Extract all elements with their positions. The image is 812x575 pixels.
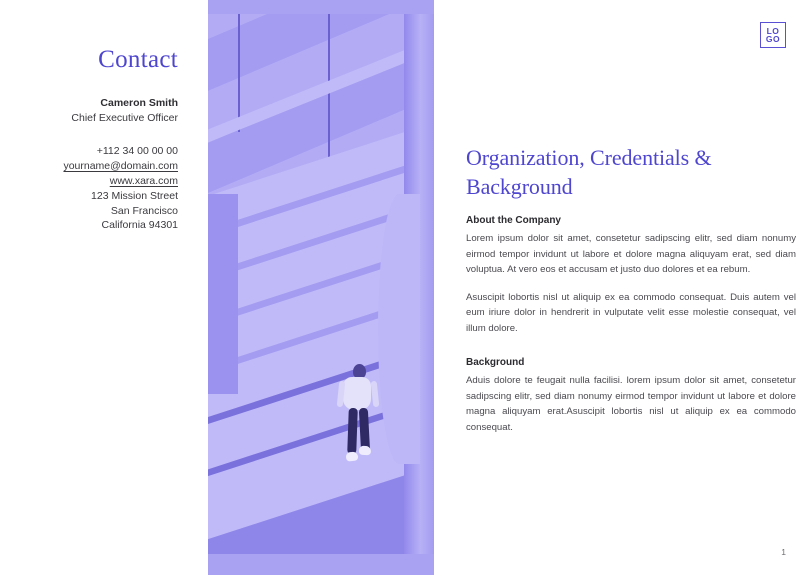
page-number: 1 [781, 547, 786, 557]
about-paragraph-2: Asuscipit lobortis nisl ut aliquip ex ea… [466, 291, 796, 334]
contact-city: San Francisco [110, 204, 178, 217]
contact-column: Contact Cameron Smith Chief Executive Of… [0, 0, 208, 575]
contact-street: 123 Mission Street [91, 189, 178, 202]
page-title: Organization, Credentials & Background [466, 145, 712, 200]
contact-state-zip: California 94301 [101, 219, 178, 232]
about-paragraph-1: Lorem ipsum dolor sit amet, consetetur s… [466, 233, 796, 276]
content-column: LO GO Organization, Credentials & Backgr… [466, 0, 796, 575]
photo-bottom-band [208, 554, 434, 575]
contact-person-name: Cameron Smith [100, 96, 178, 109]
photo-top-band [208, 0, 434, 14]
contact-heading: Contact [98, 46, 178, 73]
photo-canvas [208, 14, 434, 554]
person-figure [335, 364, 385, 474]
section-heading-about: About the Company [466, 215, 561, 226]
logo-line-2: GO [765, 34, 781, 44]
brochure-page: Contact Cameron Smith Chief Executive Of… [0, 0, 812, 575]
contact-person-role: Chief Executive Officer [71, 111, 178, 124]
logo-icon: LO GO [760, 22, 786, 48]
contact-website[interactable]: www.xara.com [20, 174, 178, 189]
background-paragraph-1: Aduis dolore te feugait nulla facilisi. … [466, 375, 796, 433]
contact-phone: +112 34 00 00 00 [96, 144, 178, 157]
section-background: Background Aduis dolore te feugait nulla… [466, 355, 796, 435]
section-about-the-company: About the Company Lorem ipsum dolor sit … [466, 213, 796, 336]
contact-email[interactable]: yourname@domain.com [20, 159, 178, 174]
railing-post-1 [238, 14, 240, 132]
section-heading-background: Background [466, 357, 525, 368]
staircase-photo [208, 0, 434, 575]
